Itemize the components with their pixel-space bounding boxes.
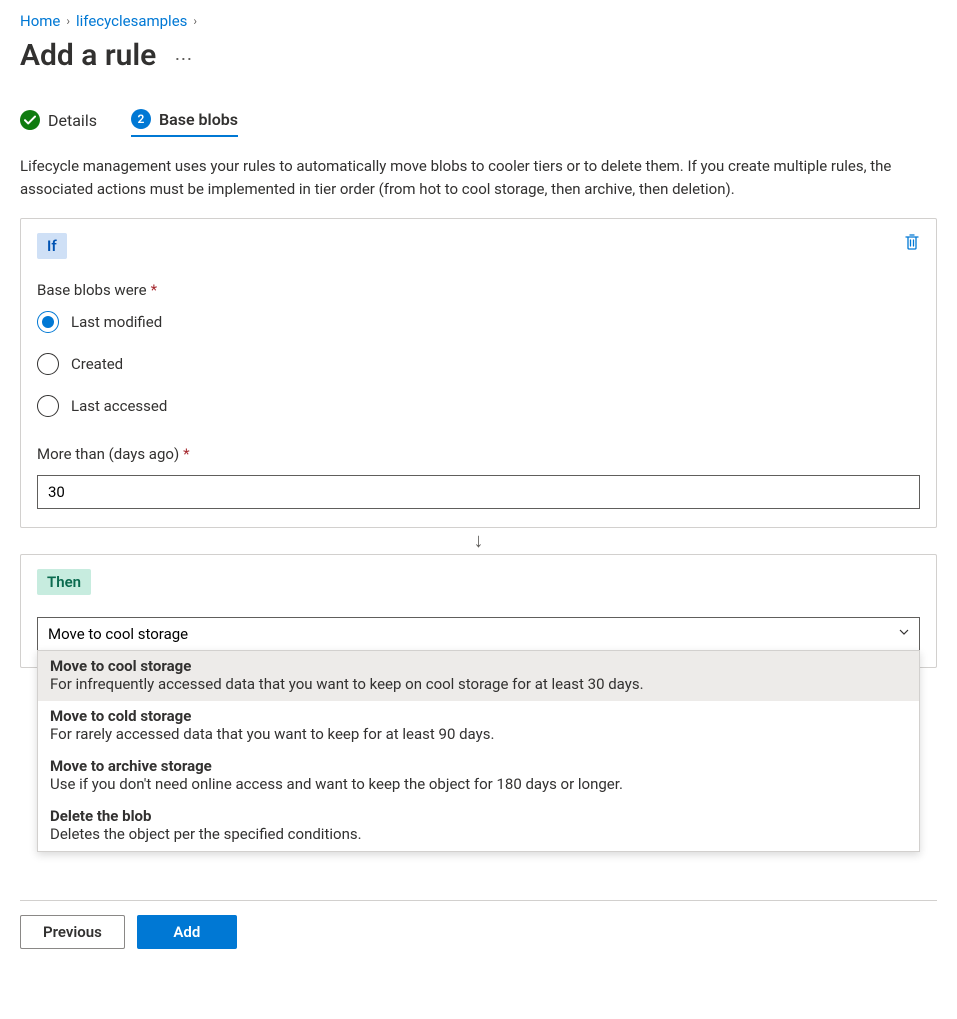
radio-created[interactable]: Created: [37, 353, 920, 375]
option-title: Move to cool storage: [50, 657, 907, 675]
if-chip: If: [37, 233, 67, 259]
step-details-label: Details: [48, 111, 97, 130]
days-input[interactable]: [37, 475, 920, 509]
breadcrumb-lifecyclesamples[interactable]: lifecyclesamples: [76, 12, 187, 30]
option-title: Move to archive storage: [50, 757, 907, 775]
flow-arrow-icon: ↓: [20, 528, 937, 554]
step-number-badge: 2: [131, 109, 151, 129]
breadcrumb: Home › lifecyclesamples ›: [20, 12, 937, 30]
more-than-days-label: More than (days ago)*: [37, 445, 920, 463]
option-delete-blob[interactable]: Delete the blob Deletes the object per t…: [38, 801, 919, 851]
step-details[interactable]: Details: [20, 110, 97, 136]
chevron-right-icon: ›: [193, 14, 197, 28]
option-desc: Use if you don't need online access and …: [50, 775, 907, 793]
option-desc: Deletes the object per the specified con…: [50, 825, 907, 843]
radio-last-modified-label: Last modified: [71, 313, 162, 331]
radio-last-modified[interactable]: Last modified: [37, 311, 920, 333]
radio-icon: [37, 311, 59, 333]
action-dropdown: Move to cool storage Move to cool storag…: [37, 617, 920, 651]
option-desc: For rarely accessed data that you want t…: [50, 725, 907, 743]
description-text: Lifecycle management uses your rules to …: [20, 155, 937, 200]
footer-actions: Previous Add: [20, 900, 937, 949]
radio-icon: [37, 395, 59, 417]
add-button[interactable]: Add: [137, 915, 237, 949]
radio-last-accessed[interactable]: Last accessed: [37, 395, 920, 417]
radio-last-accessed-label: Last accessed: [71, 397, 167, 415]
base-blobs-radio-group: Last modified Created Last accessed: [37, 311, 920, 417]
base-blobs-were-label: Base blobs were*: [37, 281, 920, 299]
option-title: Move to cold storage: [50, 707, 907, 725]
action-dropdown-list: Move to cool storage For infrequently ac…: [37, 650, 920, 852]
then-chip: Then: [37, 569, 91, 595]
wizard-steps: Details 2 Base blobs: [20, 109, 937, 137]
delete-icon[interactable]: [904, 233, 920, 255]
option-title: Delete the blob: [50, 807, 907, 825]
option-move-archive[interactable]: Move to archive storage Use if you don't…: [38, 751, 919, 801]
option-move-cold[interactable]: Move to cold storage For rarely accessed…: [38, 701, 919, 751]
if-card: If Base blobs were* Last modified Create…: [20, 218, 937, 528]
step-base-blobs-label: Base blobs: [159, 110, 238, 129]
option-desc: For infrequently accessed data that you …: [50, 675, 907, 693]
breadcrumb-home[interactable]: Home: [20, 12, 60, 30]
option-move-cool[interactable]: Move to cool storage For infrequently ac…: [38, 651, 919, 701]
step-base-blobs[interactable]: 2 Base blobs: [131, 109, 238, 137]
chevron-right-icon: ›: [66, 14, 70, 28]
then-card: Then Move to cool storage Move to cool s…: [20, 554, 937, 668]
checkmark-icon: [20, 110, 40, 130]
radio-created-label: Created: [71, 355, 123, 373]
radio-icon: [37, 353, 59, 375]
more-icon[interactable]: ⋯: [174, 41, 192, 70]
page-title: Add a rule: [20, 38, 156, 73]
previous-button[interactable]: Previous: [20, 915, 125, 949]
action-dropdown-button[interactable]: Move to cool storage: [37, 617, 920, 651]
action-dropdown-selected: Move to cool storage: [48, 625, 188, 643]
